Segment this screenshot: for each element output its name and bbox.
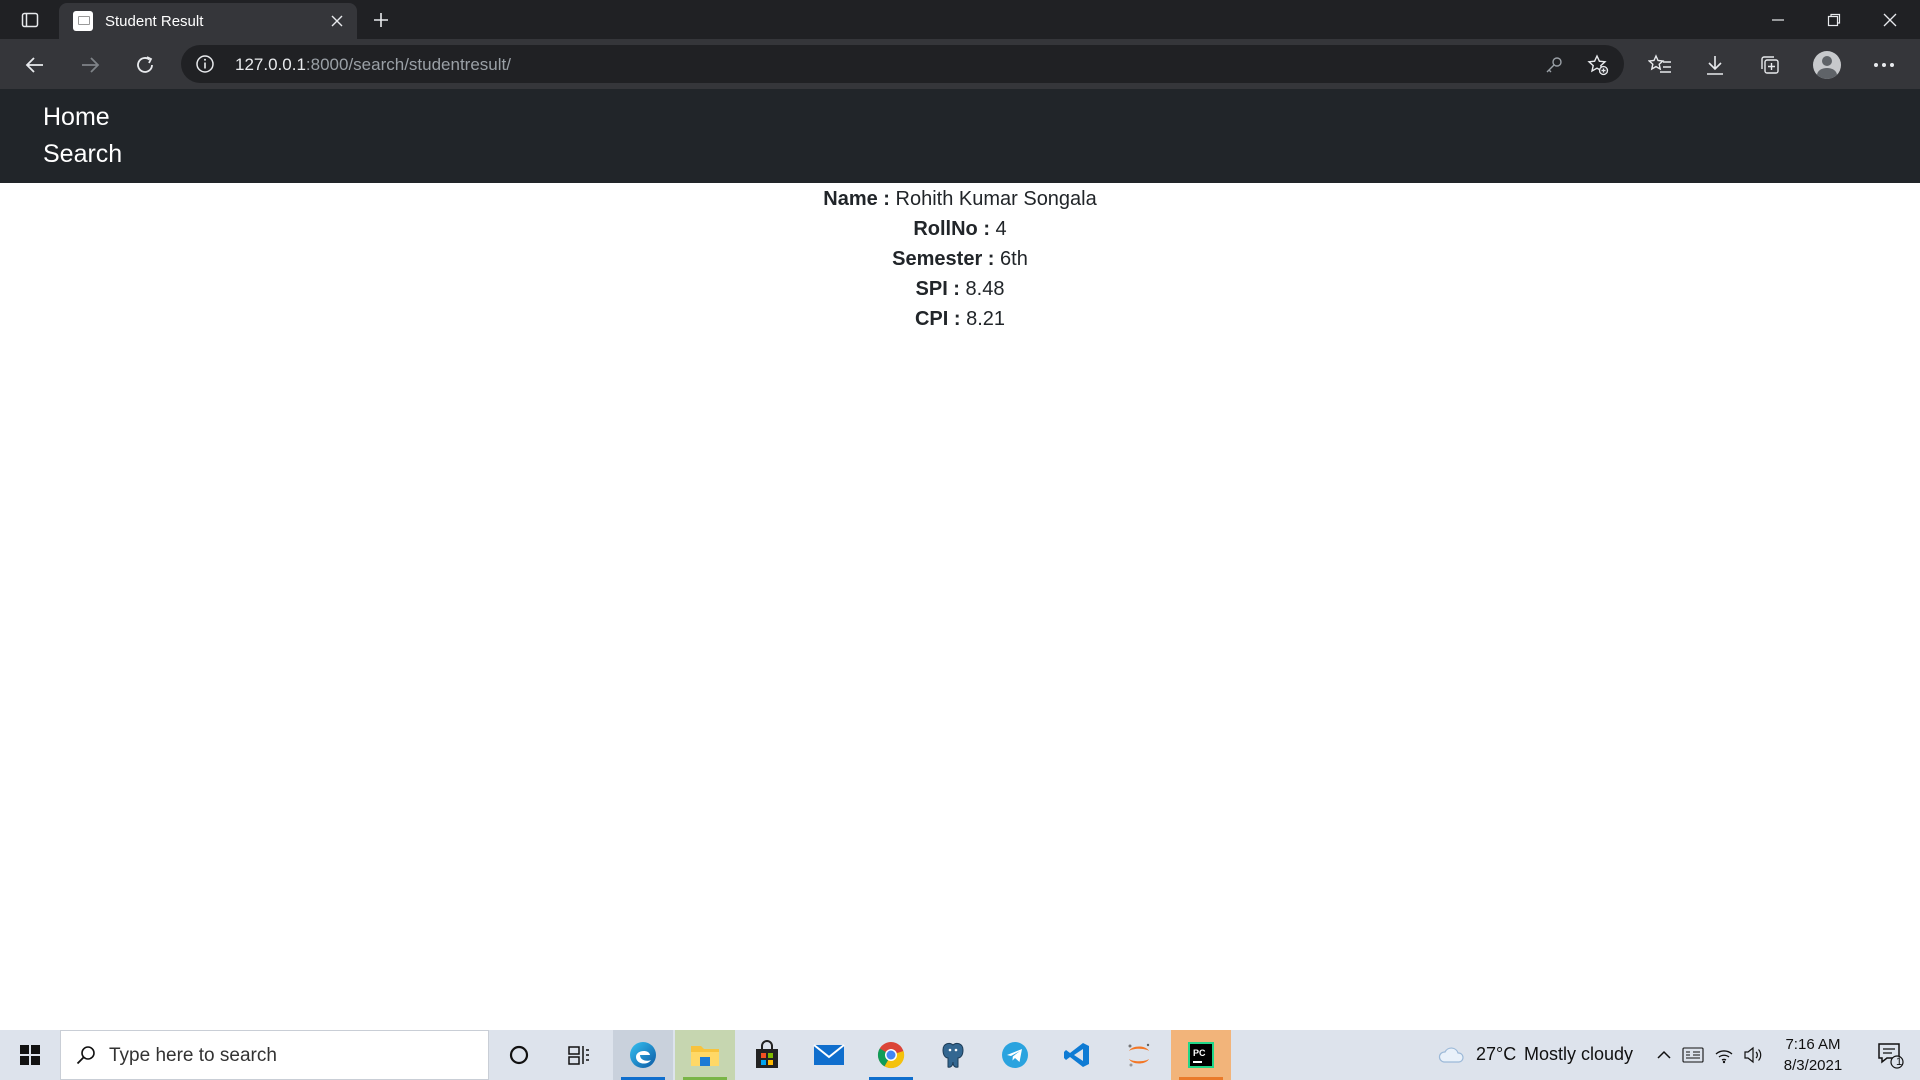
close-icon[interactable] xyxy=(327,11,347,31)
name-value: Rohith Kumar Songala xyxy=(895,188,1097,210)
weather-temp[interactable]: 27°C xyxy=(1476,1044,1516,1065)
nav-link-home[interactable]: Home xyxy=(43,103,110,132)
profile-icon[interactable] xyxy=(1812,50,1842,80)
semester-label: Semester : xyxy=(892,248,995,270)
browser-tab[interactable]: Student Result xyxy=(59,3,357,39)
restore-icon[interactable] xyxy=(1806,0,1862,39)
notification-count: 1 xyxy=(1895,1056,1903,1068)
more-icon[interactable] xyxy=(1869,50,1899,80)
notification-icon[interactable]: 1 xyxy=(1862,1030,1920,1080)
address-url: 127.0.0.1:8000/search/studentresult/ xyxy=(235,55,511,75)
svg-text:PC: PC xyxy=(1193,1048,1206,1058)
postgres-icon[interactable] xyxy=(923,1030,983,1080)
result-row-name: Name : Rohith Kumar Songala xyxy=(0,187,1920,217)
plus-icon[interactable] xyxy=(368,7,394,33)
window-close-icon[interactable] xyxy=(1862,0,1918,39)
reload-icon[interactable] xyxy=(130,50,160,80)
rollno-label: RollNo : xyxy=(913,218,990,240)
result-row-rollno: RollNo : 4 xyxy=(0,217,1920,247)
collections-icon[interactable] xyxy=(1755,50,1785,80)
result-row-spi: SPI : 8.48 xyxy=(0,277,1920,307)
result-row-cpi: CPI : 8.21 xyxy=(0,307,1920,337)
cloud-icon[interactable] xyxy=(1438,1044,1464,1066)
windows-taskbar: Type here to search PC 27°C Mostly cloud… xyxy=(0,1030,1920,1080)
name-label: Name : xyxy=(823,188,890,210)
chrome-icon[interactable] xyxy=(861,1030,921,1080)
taskbar-search-box[interactable]: Type here to search xyxy=(60,1030,489,1080)
spi-value: 8.48 xyxy=(965,278,1005,300)
store-icon[interactable] xyxy=(737,1030,797,1080)
browser-tab-bar: Student Result xyxy=(0,0,1920,39)
telegram-icon[interactable] xyxy=(985,1030,1045,1080)
jupyter-icon[interactable] xyxy=(1109,1030,1169,1080)
taskbar-search-placeholder: Type here to search xyxy=(109,1045,277,1066)
cpi-value: 8.21 xyxy=(966,308,1006,330)
avatar xyxy=(1813,51,1841,79)
result-row-semester: Semester : 6th xyxy=(0,247,1920,277)
edge-icon[interactable] xyxy=(613,1030,673,1080)
mail-icon[interactable] xyxy=(799,1030,859,1080)
weather-desc[interactable]: Mostly cloudy xyxy=(1524,1044,1633,1065)
input-method-icon[interactable] xyxy=(1682,1044,1704,1066)
nav-link-search[interactable]: Search xyxy=(43,140,122,169)
key-icon[interactable] xyxy=(1543,54,1565,76)
windows-icon[interactable] xyxy=(0,1030,60,1080)
download-icon[interactable] xyxy=(1700,50,1730,80)
vscode-icon[interactable] xyxy=(1047,1030,1107,1080)
chevron-up-icon[interactable] xyxy=(1653,1044,1675,1066)
address-bar[interactable]: 127.0.0.1:8000/search/studentresult/ xyxy=(181,45,1624,83)
search-icon xyxy=(75,1044,97,1071)
spi-label: SPI : xyxy=(915,278,960,300)
rollno-value: 4 xyxy=(995,218,1007,240)
cpi-label: CPI : xyxy=(914,308,961,330)
file-explorer-icon[interactable] xyxy=(675,1030,735,1080)
tab-actions-icon[interactable] xyxy=(14,8,46,32)
info-icon[interactable] xyxy=(195,54,215,74)
url-host: 127.0.0.1 xyxy=(235,55,306,74)
favorites-icon[interactable] xyxy=(1645,50,1675,80)
tab-title: Student Result xyxy=(105,13,204,30)
taskbar-clock[interactable]: 7:16 AM 8/3/2021 xyxy=(1770,1034,1856,1076)
minimize-icon[interactable] xyxy=(1750,0,1806,39)
site-navbar: Home Search xyxy=(0,89,1920,183)
add-favorite-icon[interactable] xyxy=(1587,54,1609,76)
volume-icon[interactable] xyxy=(1742,1044,1764,1066)
wifi-icon[interactable] xyxy=(1713,1044,1735,1066)
url-path: :8000/search/studentresult/ xyxy=(305,55,511,74)
clock-date: 8/3/2021 xyxy=(1783,1057,1843,1074)
task-view-icon[interactable] xyxy=(549,1030,609,1080)
student-result: Name : Rohith Kumar Songala RollNo : 4 S… xyxy=(0,187,1920,337)
browser-toolbar: 127.0.0.1:8000/search/studentresult/ xyxy=(0,39,1920,89)
pycharm-icon[interactable]: PC xyxy=(1171,1030,1231,1080)
favicon-icon xyxy=(73,11,93,31)
cortana-icon[interactable] xyxy=(489,1030,549,1080)
forward-icon[interactable] xyxy=(75,50,105,80)
back-icon[interactable] xyxy=(20,50,50,80)
semester-value: 6th xyxy=(1000,248,1028,270)
clock-time: 7:16 AM xyxy=(1785,1036,1841,1053)
